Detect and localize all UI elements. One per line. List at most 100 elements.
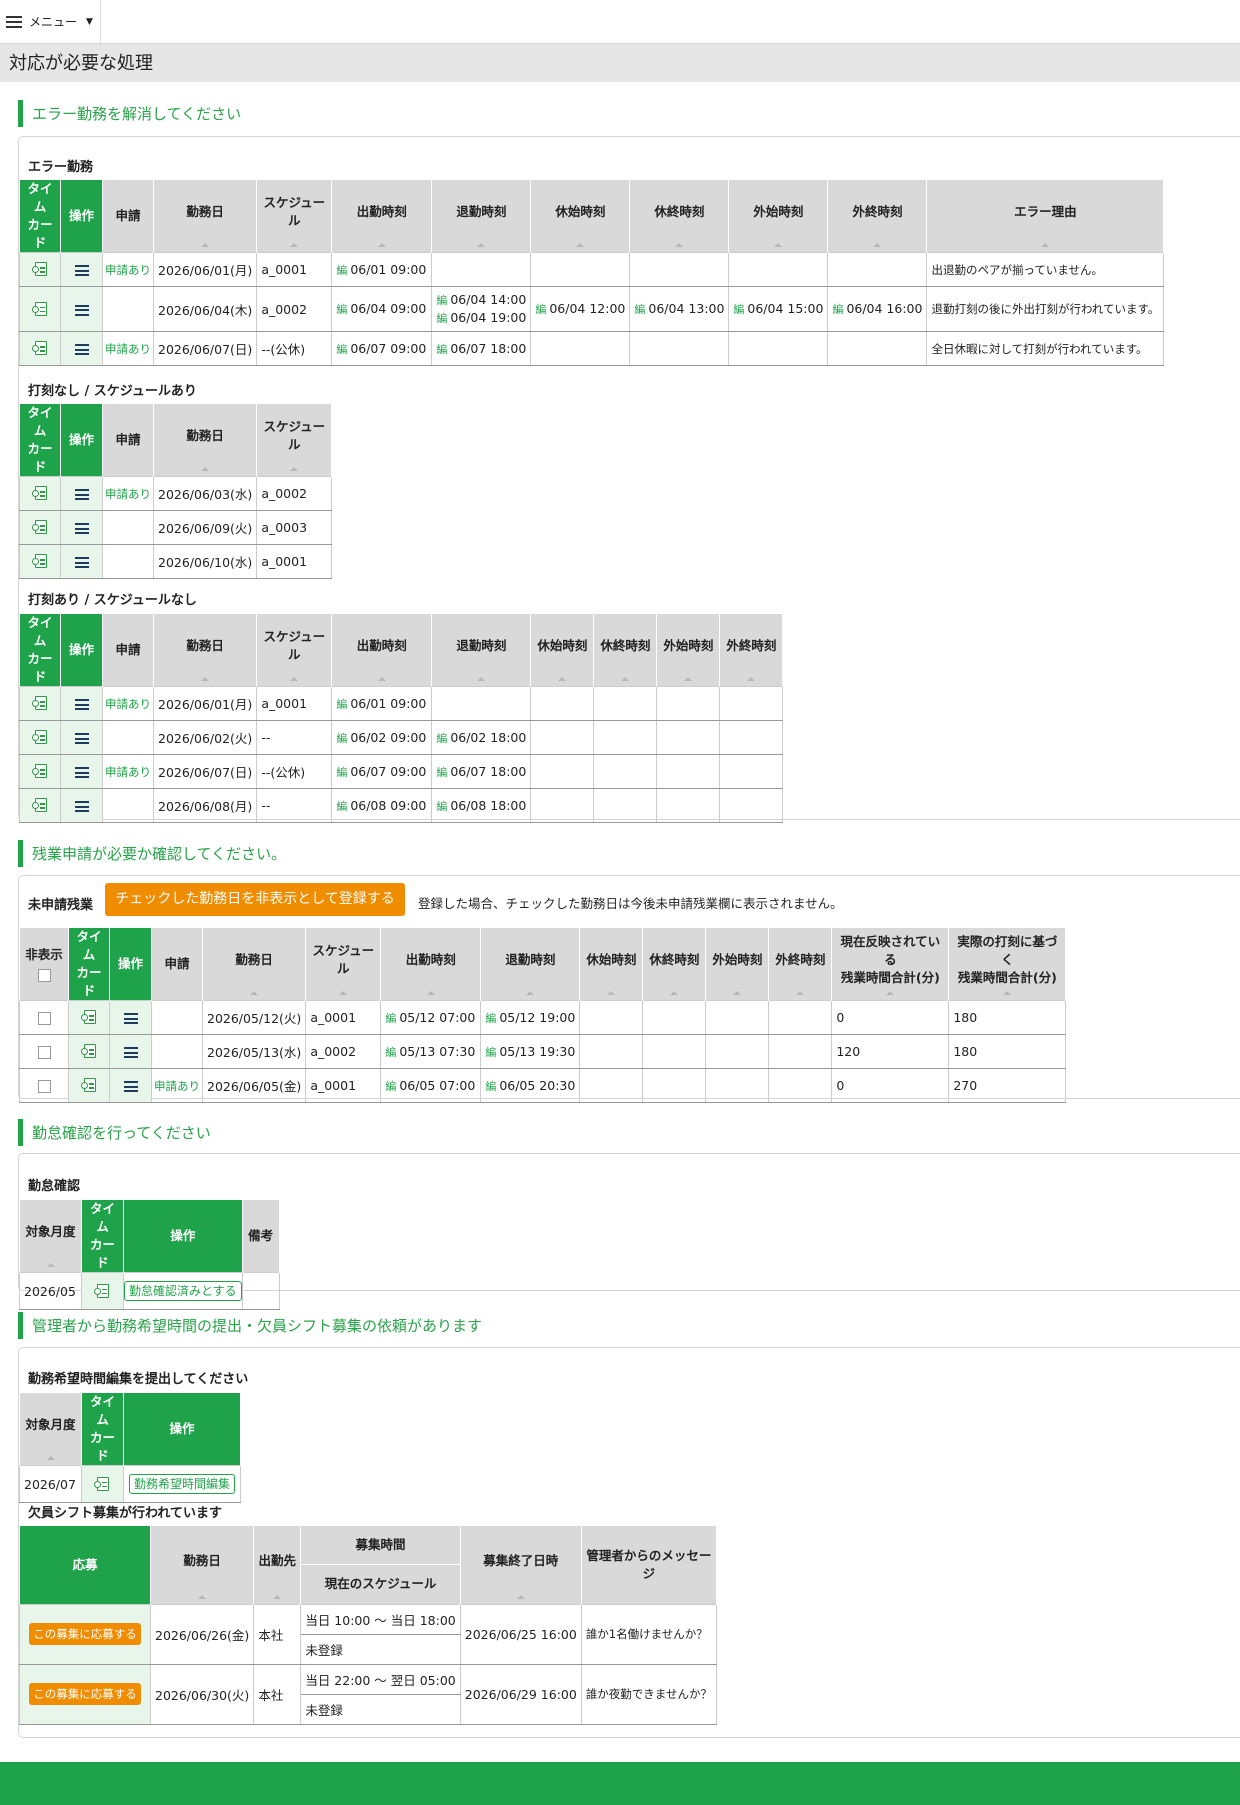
- col-oe[interactable]: 外終時刻: [768, 928, 833, 1001]
- col-current_ot[interactable]: 現在反映されている 残業時間合計(分): [831, 928, 950, 1001]
- hide-checked-button[interactable]: チェックした勤務日を非表示として登録する: [105, 883, 405, 916]
- col-bs[interactable]: 休始時刻: [530, 614, 595, 687]
- sort-icon: [873, 243, 882, 247]
- section-heading-overtime: 残業申請が必要か確認してください。: [18, 840, 286, 867]
- col-out[interactable]: 退勤時刻: [480, 928, 581, 1001]
- col-remarks: 備考: [241, 1200, 280, 1273]
- operation-icon[interactable]: [123, 1047, 138, 1058]
- timecard-icon[interactable]: [81, 1272, 124, 1310]
- operation-cell[interactable]: [109, 1034, 152, 1069]
- operation-icon[interactable]: [74, 523, 89, 534]
- operation-cell[interactable]: [109, 1068, 152, 1103]
- col-reason[interactable]: エラー理由: [926, 180, 1165, 253]
- col-workday[interactable]: 勤務日: [152, 180, 258, 253]
- cell: [768, 1034, 833, 1069]
- col-out[interactable]: 退勤時刻: [431, 180, 532, 253]
- workday: 2026/06/02(火): [152, 720, 258, 755]
- hide-checkbox[interactable]: [37, 1012, 51, 1025]
- operation-icon[interactable]: [74, 767, 89, 778]
- operation-icon[interactable]: [74, 489, 89, 500]
- timecard-cell[interactable]: [19, 754, 61, 789]
- col-schedule[interactable]: スケジュール: [256, 180, 333, 253]
- operation-icon[interactable]: [74, 265, 89, 276]
- col-recruit-end[interactable]: 募集終了日時: [459, 1526, 582, 1604]
- timecard-cell[interactable]: [19, 544, 61, 579]
- hide-checkbox[interactable]: [37, 1046, 51, 1059]
- col-workday[interactable]: 勤務日: [149, 1526, 255, 1604]
- col-in[interactable]: 出勤時刻: [380, 928, 482, 1001]
- timecard-cell[interactable]: [19, 788, 61, 823]
- section-heading-error: エラー勤務を解消してください: [18, 100, 241, 127]
- sort-icon: [1003, 991, 1012, 995]
- operation-cell[interactable]: [60, 754, 103, 789]
- operation-cell[interactable]: [60, 252, 103, 287]
- operation-cell[interactable]: [60, 331, 103, 366]
- col-os[interactable]: 外始時刻: [728, 180, 829, 253]
- col-bs[interactable]: 休始時刻: [530, 180, 631, 253]
- col-os[interactable]: 外始時刻: [656, 614, 721, 687]
- menu-button[interactable]: メニュー ▼: [0, 0, 101, 43]
- operation-cell[interactable]: [60, 788, 103, 823]
- respond-button[interactable]: この募集に応募する: [29, 1623, 141, 1645]
- operation-icon[interactable]: [74, 344, 89, 355]
- col-bs[interactable]: 休始時刻: [579, 928, 644, 1001]
- operation-icon[interactable]: [74, 733, 89, 744]
- operation-cell[interactable]: [60, 510, 103, 545]
- operation-cell[interactable]: [60, 686, 103, 721]
- top-bar: メニュー ▼: [0, 0, 1240, 44]
- operation-cell[interactable]: [60, 476, 103, 511]
- col-month[interactable]: 対象月度: [19, 1393, 82, 1466]
- col-dest[interactable]: 出勤先: [253, 1526, 302, 1604]
- operation-cell[interactable]: [109, 1000, 152, 1035]
- operation-cell[interactable]: [60, 720, 103, 755]
- attendance-confirm-button[interactable]: 勤怠確認済みとする: [124, 1281, 242, 1301]
- timecard-cell[interactable]: [68, 1068, 110, 1103]
- os: [728, 252, 829, 287]
- timecard-cell[interactable]: [19, 510, 61, 545]
- actual-ot: 270: [948, 1068, 1067, 1103]
- select-all-checkbox[interactable]: [37, 968, 51, 982]
- timecard-cell[interactable]: [19, 331, 61, 366]
- timecard-cell[interactable]: [19, 686, 61, 721]
- col-out[interactable]: 退勤時刻: [431, 614, 532, 687]
- timecard-cell[interactable]: [19, 286, 61, 332]
- col-oe[interactable]: 外終時刻: [719, 614, 784, 687]
- col-month[interactable]: 対象月度: [19, 1200, 82, 1273]
- timecard-cell[interactable]: [19, 720, 61, 755]
- col-in[interactable]: 出勤時刻: [331, 614, 433, 687]
- col-actual_ot[interactable]: 実際の打刻に基づく 残業時間合計(分): [948, 928, 1067, 1001]
- timecard-cell[interactable]: [19, 252, 61, 287]
- operation-cell[interactable]: [60, 544, 103, 579]
- operation-icon[interactable]: [123, 1013, 138, 1024]
- col-schedule[interactable]: スケジュール: [256, 614, 333, 687]
- sort-icon: [250, 991, 259, 995]
- menu-icon: [6, 15, 22, 28]
- edit-mark: 編: [336, 303, 348, 316]
- operation-icon[interactable]: [74, 699, 89, 710]
- wish-edit-button[interactable]: 勤務希望時間編集: [128, 1474, 235, 1494]
- col-workday[interactable]: 勤務日: [152, 614, 258, 687]
- timecard-icon[interactable]: [81, 1465, 124, 1503]
- col-schedule[interactable]: スケジュール: [305, 928, 382, 1001]
- timecard-icon: [80, 1009, 98, 1026]
- col-be[interactable]: 休終時刻: [642, 928, 707, 1001]
- operation-icon[interactable]: [74, 304, 89, 316]
- timecard-cell[interactable]: [68, 1000, 110, 1035]
- respond-button[interactable]: この募集に応募する: [29, 1683, 141, 1705]
- col-workday[interactable]: 勤務日: [152, 404, 258, 477]
- hide-checkbox[interactable]: [37, 1080, 51, 1093]
- sort-icon: [377, 677, 386, 681]
- operation-icon[interactable]: [74, 557, 89, 568]
- col-schedule[interactable]: スケジュール: [256, 404, 333, 477]
- col-be[interactable]: 休終時刻: [593, 614, 658, 687]
- operation-icon[interactable]: [74, 801, 89, 812]
- timecard-cell[interactable]: [68, 1034, 110, 1069]
- operation-icon[interactable]: [123, 1081, 138, 1092]
- col-workday[interactable]: 勤務日: [201, 928, 307, 1001]
- col-be[interactable]: 休終時刻: [629, 180, 730, 253]
- operation-cell[interactable]: [60, 286, 103, 332]
- col-in[interactable]: 出勤時刻: [331, 180, 433, 253]
- col-os[interactable]: 外始時刻: [705, 928, 770, 1001]
- timecard-cell[interactable]: [19, 476, 61, 511]
- col-oe[interactable]: 外終時刻: [827, 180, 928, 253]
